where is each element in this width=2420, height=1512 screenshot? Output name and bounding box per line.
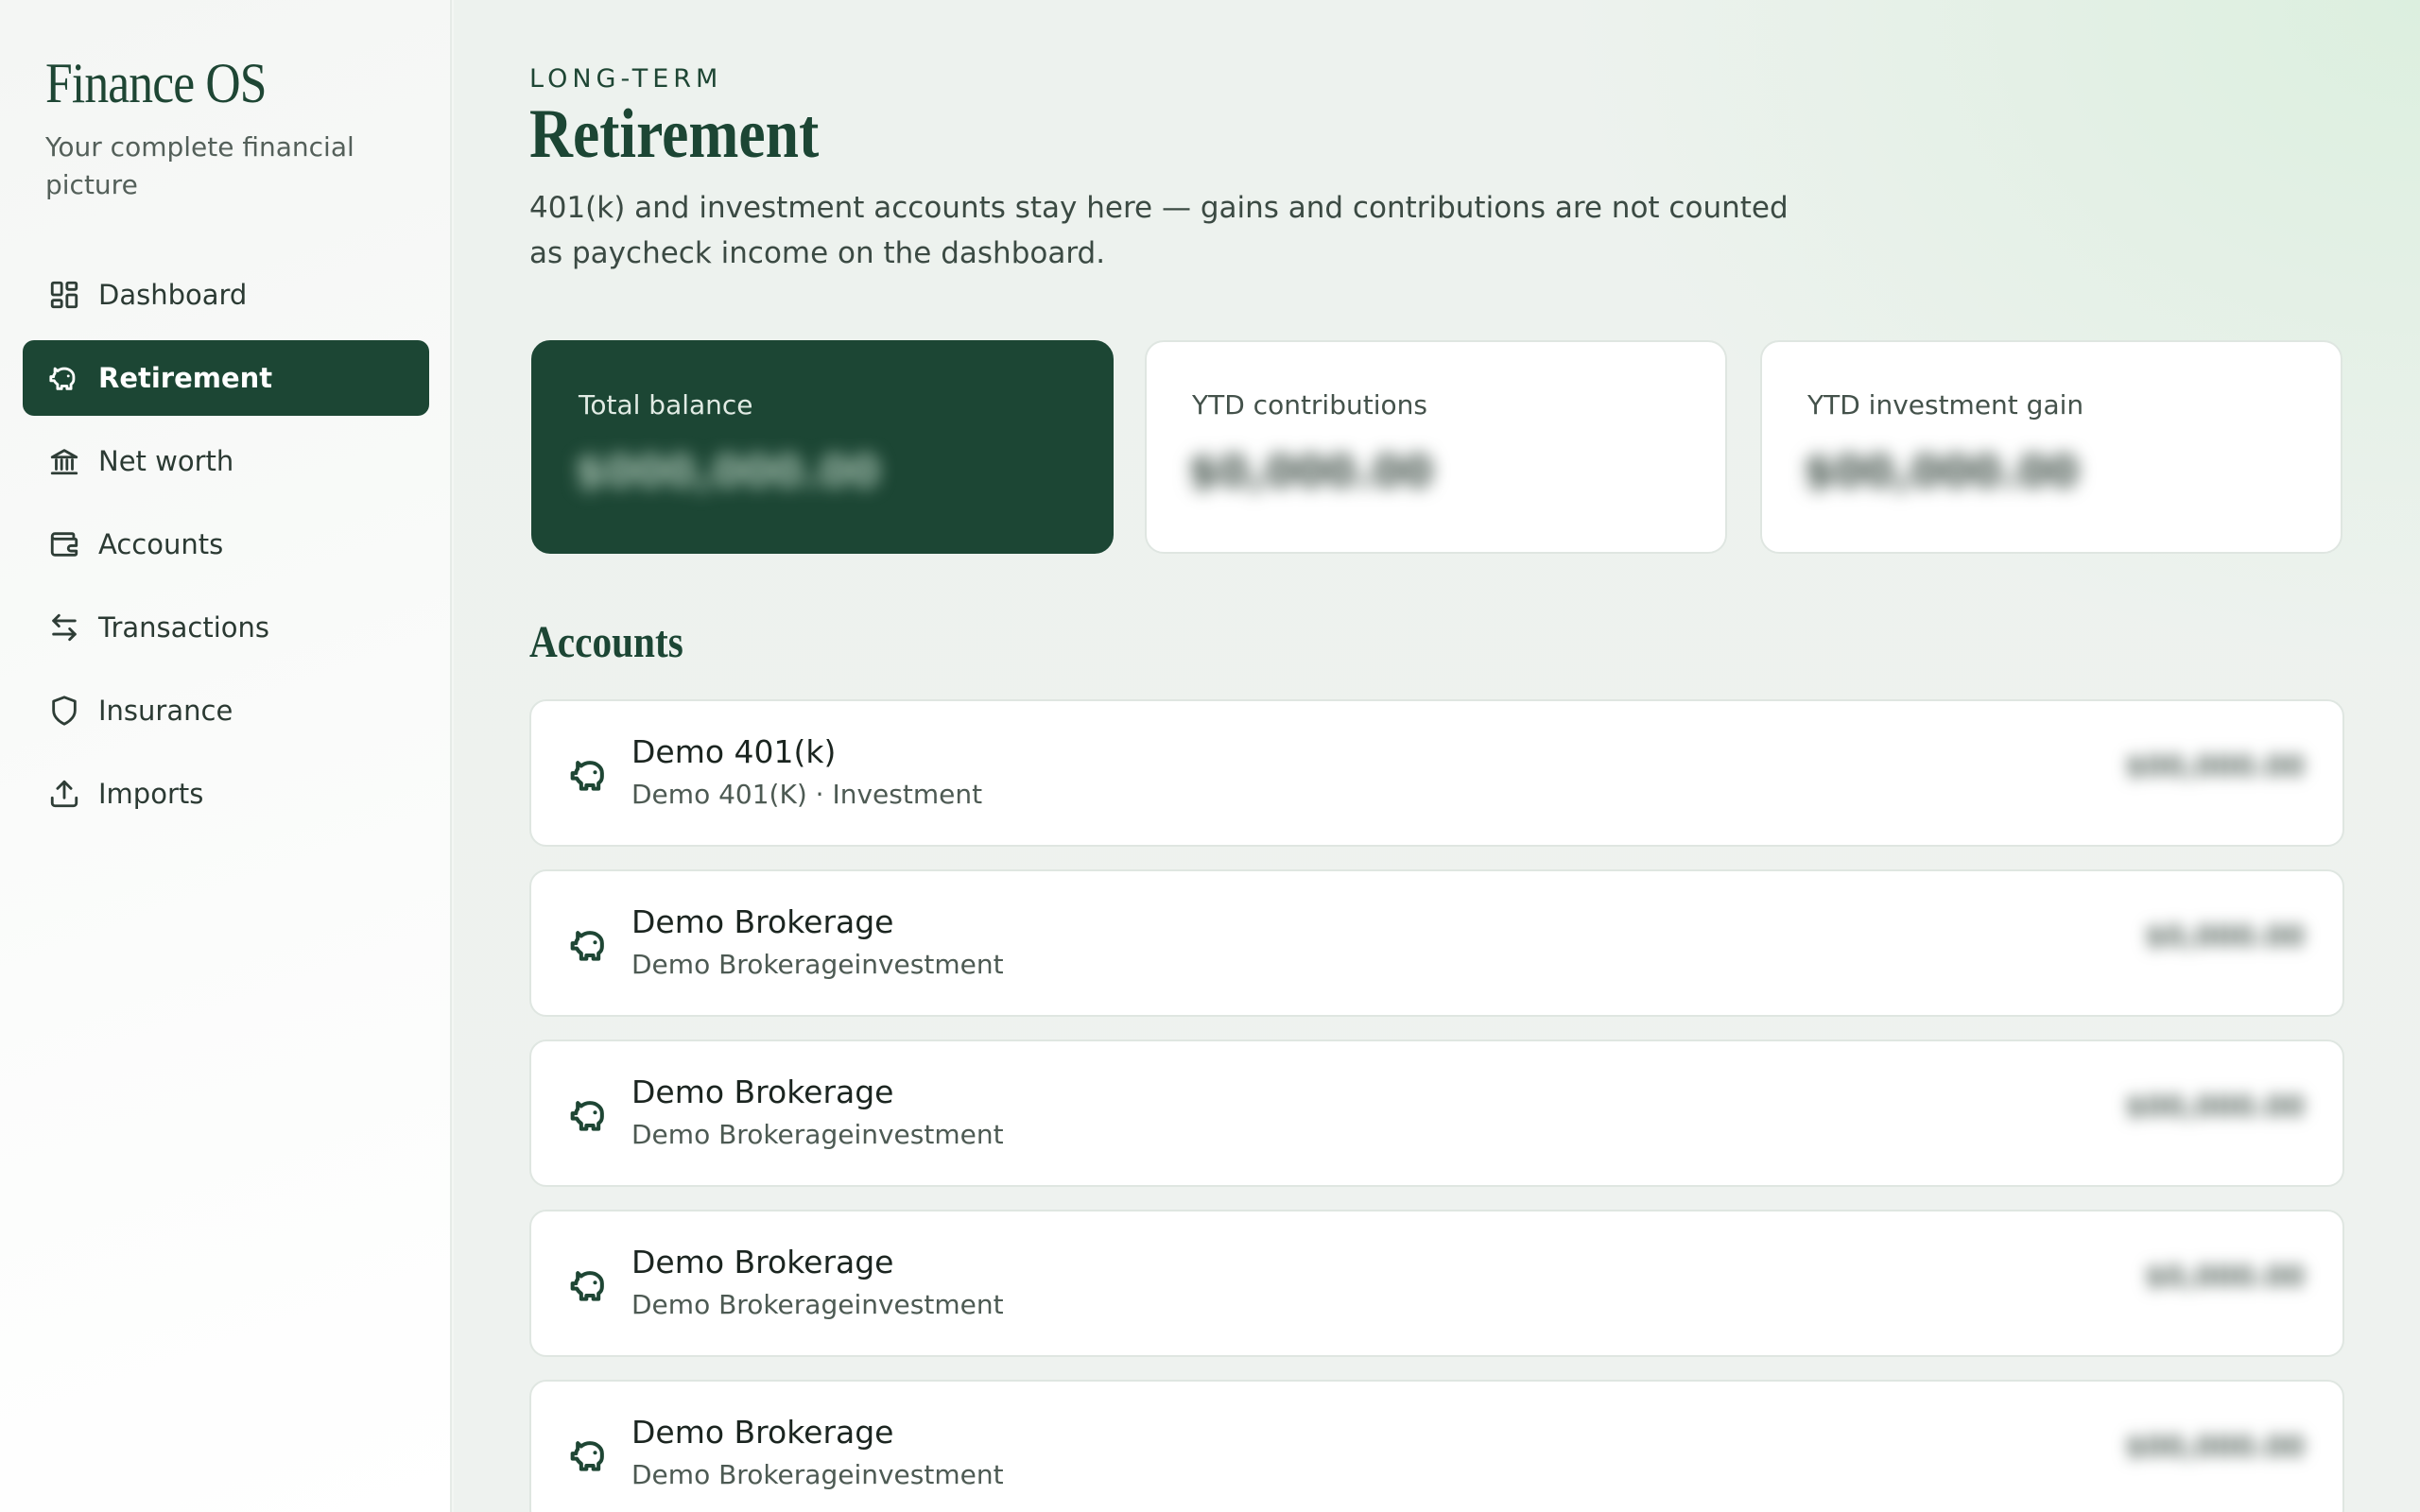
account-subtitle: Demo Brokerageinvestment [631, 1289, 1004, 1320]
account-balance-blurred: $00,000.00 [2125, 750, 2305, 783]
account-name: Demo Brokerage [631, 1074, 894, 1110]
account-subtitle: Demo Brokerageinvestment [631, 1459, 1004, 1490]
upload-icon [45, 775, 83, 813]
account-name: Demo Brokerage [631, 1244, 894, 1280]
account-row[interactable]: Demo 401(k) Demo 401(K) · Investment $00… [529, 699, 2344, 847]
account-row[interactable]: Demo Brokerage Demo Brokerageinvestment … [529, 1210, 2344, 1357]
account-subtitle: Demo Brokerageinvestment [631, 949, 1004, 980]
sidebar-item-label: Net worth [98, 445, 234, 477]
accounts-section-title: Accounts [529, 617, 683, 667]
sidebar-item-label: Imports [98, 778, 204, 810]
sidebar-item-transactions[interactable]: Transactions [23, 590, 429, 665]
account-name: Demo Brokerage [631, 1414, 894, 1451]
sidebar-item-label: Dashboard [98, 279, 248, 311]
sidebar: Finance OS Your complete financial pictu… [0, 0, 452, 1512]
sidebar-item-imports[interactable]: Imports [23, 756, 429, 832]
account-balance-blurred: $00,000.00 [2125, 1431, 2305, 1464]
account-row[interactable]: Demo Brokerage Demo Brokerageinvestment … [529, 869, 2344, 1017]
sidebar-item-label: Insurance [98, 695, 233, 727]
sidebar-item-accounts[interactable]: Accounts [23, 507, 429, 582]
account-row[interactable]: Demo Brokerage Demo Brokerageinvestment … [529, 1380, 2344, 1512]
piggy-bank-icon [569, 1435, 611, 1476]
accounts-list: Demo 401(k) Demo 401(K) · Investment $00… [529, 699, 2344, 1512]
stat-value-blurred: $0,000.00 [1188, 446, 1433, 497]
stat-value-blurred: $00,000.00 [1804, 446, 2080, 497]
account-subtitle: Demo Brokerageinvestment [631, 1119, 1004, 1150]
app-subtitle: Your complete financial picture [45, 131, 354, 200]
page-description: 401(k) and investment accounts stay here… [529, 191, 1789, 270]
stat-value-blurred: $000,000.00 [575, 446, 881, 497]
dashboard-icon [45, 276, 83, 314]
stat-label: Total balance [579, 389, 753, 421]
stat-label: YTD contributions [1192, 389, 1427, 421]
account-name: Demo Brokerage [631, 903, 894, 940]
sidebar-item-dashboard[interactable]: Dashboard [23, 257, 429, 333]
sidebar-item-net-worth[interactable]: Net worth [23, 423, 429, 499]
piggy-bank-icon [569, 1264, 611, 1306]
sidebar-item-label: Accounts [98, 528, 224, 560]
account-name: Demo 401(k) [631, 733, 837, 770]
account-balance-blurred: $0,000.00 [2145, 1261, 2305, 1294]
shield-icon [45, 692, 83, 730]
ytd-contributions-card: YTD contributions $0,000.00 [1145, 340, 1727, 554]
sidebar-item-insurance[interactable]: Insurance [23, 673, 429, 748]
sidebar-nav: Dashboard Retirement Net worth Accounts … [23, 257, 429, 839]
wallet-icon [45, 525, 83, 563]
stat-label: YTD investment gain [1807, 389, 2084, 421]
page-eyebrow: LONG-TERM [529, 64, 723, 94]
piggy-bank-icon [569, 1094, 611, 1136]
account-balance-blurred: $0,000.00 [2145, 920, 2305, 954]
main-content: LONG-TERM Retirement 401(k) and investme… [454, 0, 2420, 1512]
bank-icon [45, 442, 83, 480]
sidebar-item-label: Retirement [98, 362, 273, 394]
page-title: Retirement [529, 95, 820, 173]
app-title: Finance OS [45, 52, 267, 114]
account-balance-blurred: $00,000.00 [2125, 1091, 2305, 1124]
sidebar-item-label: Transactions [98, 611, 270, 644]
account-subtitle: Demo 401(K) · Investment [631, 779, 983, 810]
sidebar-item-retirement[interactable]: Retirement [23, 340, 429, 416]
piggy-bank-icon [569, 754, 611, 796]
ytd-investment-gain-card: YTD investment gain $00,000.00 [1760, 340, 2342, 554]
piggy-bank-icon [569, 924, 611, 966]
arrows-swap-icon [45, 609, 83, 646]
piggy-bank-icon [45, 359, 83, 397]
account-row[interactable]: Demo Brokerage Demo Brokerageinvestment … [529, 1040, 2344, 1187]
total-balance-card: Total balance $000,000.00 [531, 340, 1114, 554]
